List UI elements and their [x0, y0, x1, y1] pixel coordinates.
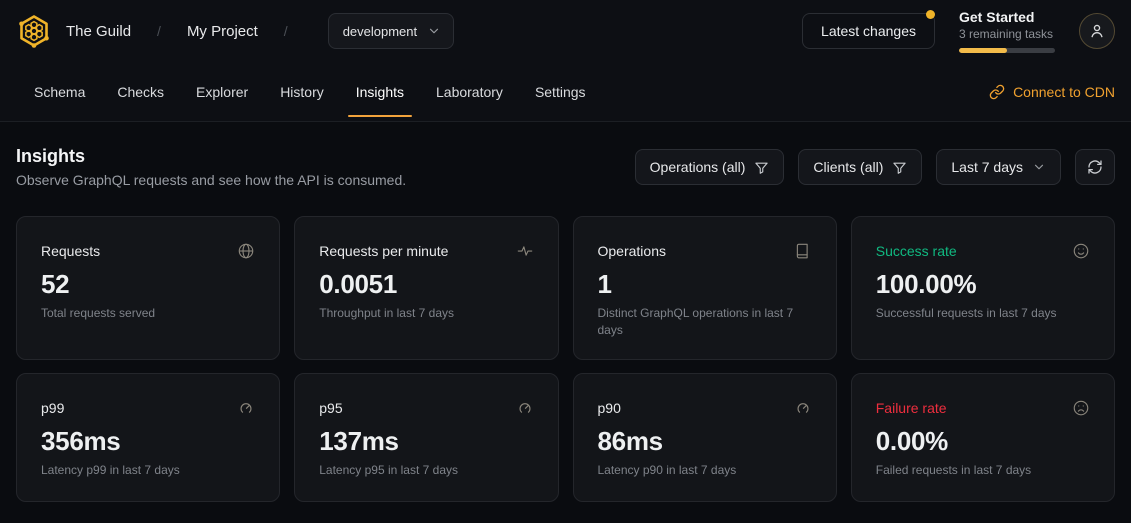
page-title-block: Insights Observe GraphQL requests and se… [16, 146, 406, 188]
page-subtitle: Observe GraphQL requests and see how the… [16, 172, 406, 188]
card-value: 137ms [319, 426, 533, 457]
operations-filter-button[interactable]: Operations (all) [635, 149, 785, 185]
smile-icon [1072, 242, 1090, 260]
gauge-icon [794, 399, 812, 417]
tab-bar: Schema Checks Explorer History Insights … [0, 62, 1131, 122]
gauge-icon [237, 399, 255, 417]
breadcrumb: The Guild / My Project / development [16, 13, 454, 49]
card-subtitle: Successful requests in last 7 days [876, 305, 1090, 322]
card-value: 1 [598, 269, 812, 300]
card-title: p99 [41, 400, 64, 416]
card-title: Failure rate [876, 400, 947, 416]
get-started-progressbar [959, 48, 1055, 53]
tab-schema[interactable]: Schema [18, 62, 101, 121]
card-subtitle: Latency p99 in last 7 days [41, 462, 255, 479]
tab-insights[interactable]: Insights [340, 62, 420, 121]
tab-laboratory[interactable]: Laboratory [420, 62, 519, 121]
filter-icon [754, 160, 769, 175]
connect-to-cdn-label: Connect to CDN [1013, 84, 1115, 100]
breadcrumb-org[interactable]: The Guild [66, 23, 131, 40]
breadcrumb-separator: / [284, 23, 288, 39]
environment-selector[interactable]: development [328, 13, 454, 49]
card-subtitle: Throughput in last 7 days [319, 305, 533, 322]
card-subtitle: Latency p90 in last 7 days [598, 462, 812, 479]
refresh-icon [1087, 159, 1103, 175]
card-subtitle: Distinct GraphQL operations in last 7 da… [598, 305, 812, 340]
get-started-widget[interactable]: Get Started 3 remaining tasks [959, 9, 1055, 54]
card-value: 356ms [41, 426, 255, 457]
breadcrumb-project[interactable]: My Project [187, 23, 258, 40]
activity-icon [516, 242, 534, 260]
tab-checks[interactable]: Checks [101, 62, 180, 121]
book-icon [794, 242, 812, 260]
tab-explorer[interactable]: Explorer [180, 62, 264, 121]
connect-to-cdn-link[interactable]: Connect to CDN [989, 62, 1115, 121]
tab-settings[interactable]: Settings [519, 62, 602, 121]
latest-changes-button[interactable]: Latest changes [802, 13, 935, 49]
card-subtitle: Latency p95 in last 7 days [319, 462, 533, 479]
card-failure-rate: Failure rate 0.00% Failed requests in la… [851, 373, 1115, 502]
card-requests-per-minute: Requests per minute 0.0051 Throughput in… [294, 216, 558, 360]
card-value: 52 [41, 269, 255, 300]
card-title: p90 [598, 400, 621, 416]
card-title: Requests [41, 243, 100, 259]
get-started-subtitle: 3 remaining tasks [959, 27, 1055, 41]
card-requests: Requests 52 Total requests served [16, 216, 280, 360]
card-title: Operations [598, 243, 666, 259]
clients-filter-button[interactable]: Clients (all) [798, 149, 922, 185]
frown-icon [1072, 399, 1090, 417]
globe-icon [237, 242, 255, 260]
environment-selector-value: development [343, 24, 417, 39]
refresh-button[interactable] [1075, 149, 1115, 185]
card-subtitle: Failed requests in last 7 days [876, 462, 1090, 479]
notification-dot [926, 10, 935, 19]
chevron-down-icon [427, 24, 441, 38]
link-icon [989, 84, 1005, 100]
gauge-icon [516, 399, 534, 417]
main-content: Insights Observe GraphQL requests and se… [0, 146, 1131, 502]
user-avatar[interactable] [1079, 13, 1115, 49]
card-subtitle: Total requests served [41, 305, 255, 322]
top-bar: The Guild / My Project / development Lat… [0, 0, 1131, 62]
breadcrumb-separator: / [157, 23, 161, 39]
person-icon [1088, 22, 1106, 40]
card-title: Success rate [876, 243, 957, 259]
card-value: 100.00% [876, 269, 1090, 300]
card-title: p95 [319, 400, 342, 416]
filter-toolbar: Operations (all) Clients (all) Last 7 da… [635, 149, 1115, 185]
card-p99: p99 356ms Latency p99 in last 7 days [16, 373, 280, 502]
card-p95: p95 137ms Latency p95 in last 7 days [294, 373, 558, 502]
get-started-title: Get Started [959, 9, 1055, 27]
date-range-selector[interactable]: Last 7 days [936, 149, 1061, 185]
chevron-down-icon [1032, 160, 1046, 174]
card-value: 0.0051 [319, 269, 533, 300]
card-success-rate: Success rate 100.00% Successful requests… [851, 216, 1115, 360]
hive-logo-icon[interactable] [16, 13, 52, 49]
metrics-grid: Requests 52 Total requests served Reques… [16, 216, 1115, 502]
tab-history[interactable]: History [264, 62, 340, 121]
card-operations: Operations 1 Distinct GraphQL operations… [573, 216, 837, 360]
card-p90: p90 86ms Latency p90 in last 7 days [573, 373, 837, 502]
card-value: 86ms [598, 426, 812, 457]
filter-icon [892, 160, 907, 175]
card-value: 0.00% [876, 426, 1090, 457]
page-title: Insights [16, 146, 406, 167]
card-title: Requests per minute [319, 243, 448, 259]
get-started-progress-fill [959, 48, 1007, 53]
latest-changes-label: Latest changes [821, 23, 916, 39]
